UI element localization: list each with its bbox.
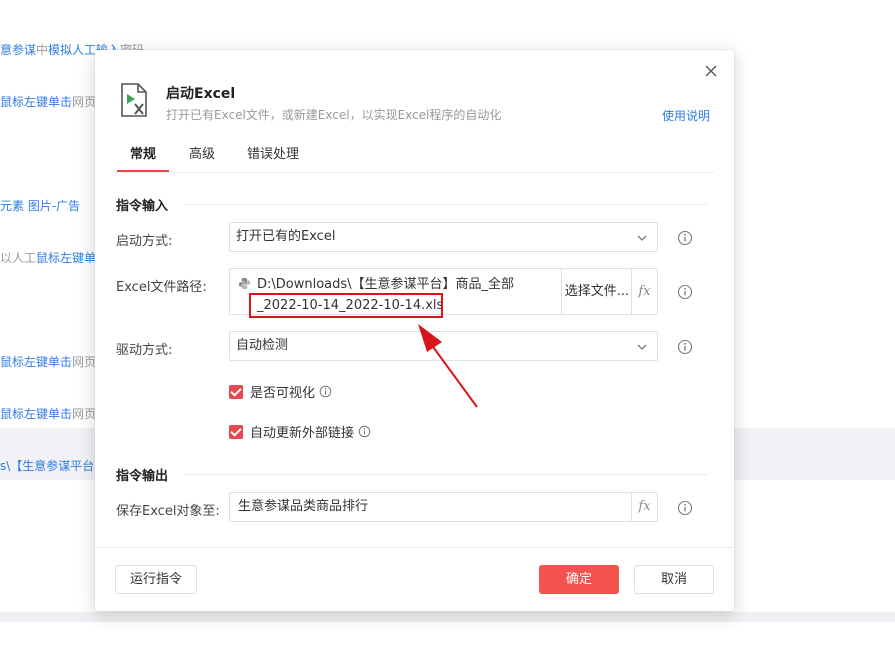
background-flow-step[interactable]: s\【生意参谋平台 bbox=[0, 457, 94, 474]
driver-mode-select[interactable]: 自动检测 bbox=[229, 331, 658, 361]
visible-checkbox-label: 是否可视化 bbox=[250, 386, 316, 401]
info-icon[interactable] bbox=[677, 230, 693, 246]
choose-file-button[interactable]: 选择文件... bbox=[561, 269, 632, 314]
footer-divider bbox=[95, 547, 734, 548]
tabs-divider bbox=[115, 172, 714, 173]
close-icon[interactable] bbox=[702, 62, 720, 80]
info-icon[interactable] bbox=[677, 339, 693, 355]
background-flow-step[interactable]: 元素 图片-广告 bbox=[0, 197, 80, 214]
flow-step-action: 鼠标左键单击 bbox=[0, 355, 73, 369]
tab-general[interactable]: 常规 bbox=[117, 146, 170, 172]
section-rule bbox=[184, 474, 709, 475]
info-icon[interactable] bbox=[677, 500, 693, 516]
flow-step-mid: 中 bbox=[36, 43, 49, 57]
excel-launch-icon bbox=[119, 83, 149, 117]
flow-step-prefix: 以人工 bbox=[0, 251, 37, 265]
section-rule bbox=[184, 204, 709, 205]
save-to-input[interactable]: 生意参谋品类商品排行 fx bbox=[229, 492, 658, 522]
auto-update-links-label: 自动更新外部链接 bbox=[250, 426, 355, 441]
background-flow-step[interactable]: 鼠标左键单击网页 bbox=[0, 353, 96, 370]
visible-checkbox[interactable] bbox=[229, 384, 243, 399]
launch-mode-select[interactable]: 打开已有的Excel bbox=[229, 222, 658, 252]
tab-bar: 常规 高级 错误处理 bbox=[117, 146, 319, 172]
file-path-label: Excel文件路径: bbox=[116, 280, 207, 295]
flow-step-action: 鼠标左键单击 bbox=[0, 407, 73, 421]
auto-update-links-checkbox-row[interactable]: 自动更新外部链接 bbox=[229, 422, 371, 441]
info-icon[interactable] bbox=[358, 425, 371, 438]
launch-mode-label: 启动方式: bbox=[116, 234, 173, 249]
tab-advanced[interactable]: 高级 bbox=[177, 146, 227, 172]
save-to-value: 生意参谋品类商品排行 bbox=[238, 499, 369, 514]
section-title: 指令输入 bbox=[116, 199, 169, 214]
launch-excel-dialog: 启动Excel 打开已有Excel文件，或新建Excel，以实现Excel程序的… bbox=[95, 50, 734, 611]
flow-step-prefix: 意参谋 bbox=[0, 43, 37, 57]
info-icon[interactable] bbox=[319, 385, 332, 398]
section-title: 指令输出 bbox=[116, 469, 169, 484]
launch-mode-value: 打开已有的Excel bbox=[236, 229, 336, 244]
python-icon bbox=[238, 277, 251, 290]
output-section-header: 指令输出 bbox=[116, 465, 709, 484]
background-divider bbox=[0, 612, 895, 622]
driver-mode-label: 驱动方式: bbox=[116, 343, 173, 358]
save-to-label: 保存Excel对象至: bbox=[116, 504, 220, 519]
input-section-header: 指令输入 bbox=[116, 195, 709, 214]
flow-step-action: s\【生意参谋平台 bbox=[0, 459, 95, 473]
fx-icon[interactable]: fx bbox=[631, 269, 657, 314]
background-flow-step[interactable]: 鼠标左键单击网页 bbox=[0, 405, 96, 422]
background-flow-step[interactable]: 以人工鼠标左键单击 bbox=[0, 249, 108, 266]
info-icon[interactable] bbox=[677, 284, 693, 300]
flow-step-suffix: 网页 bbox=[72, 355, 97, 369]
tab-error-handling[interactable]: 错误处理 bbox=[235, 146, 311, 172]
help-link[interactable]: 使用说明 bbox=[662, 107, 710, 124]
flow-step-suffix: 网页 bbox=[72, 95, 97, 109]
flow-step-suffix: 网页 bbox=[72, 407, 97, 421]
background-cut-line bbox=[0, 0, 4, 8]
flow-step-action: 元素 图片-广告 bbox=[0, 199, 81, 213]
chevron-down-icon bbox=[637, 344, 647, 350]
confirm-button[interactable]: 确定 bbox=[539, 565, 619, 594]
dialog-subtitle: 打开已有Excel文件，或新建Excel，以实现Excel程序的自动化 bbox=[166, 108, 502, 122]
driver-mode-value: 自动检测 bbox=[236, 338, 289, 353]
annotation-highlight-box bbox=[249, 293, 443, 318]
cancel-button[interactable]: 取消 bbox=[634, 565, 714, 594]
chevron-down-icon bbox=[637, 235, 647, 241]
run-command-button[interactable]: 运行指令 bbox=[115, 565, 197, 594]
background-flow-step[interactable]: 鼠标左键单击网页 bbox=[0, 93, 96, 110]
dialog-title: 启动Excel bbox=[166, 86, 236, 102]
visible-checkbox-row[interactable]: 是否可视化 bbox=[229, 382, 332, 401]
fx-icon[interactable]: fx bbox=[631, 493, 657, 521]
auto-update-links-checkbox[interactable] bbox=[229, 424, 243, 439]
file-path-line-1: D:\Downloads\【生意参谋平台】商品_全部 bbox=[257, 277, 515, 292]
flow-step-action: 鼠标左键单击 bbox=[0, 95, 73, 109]
